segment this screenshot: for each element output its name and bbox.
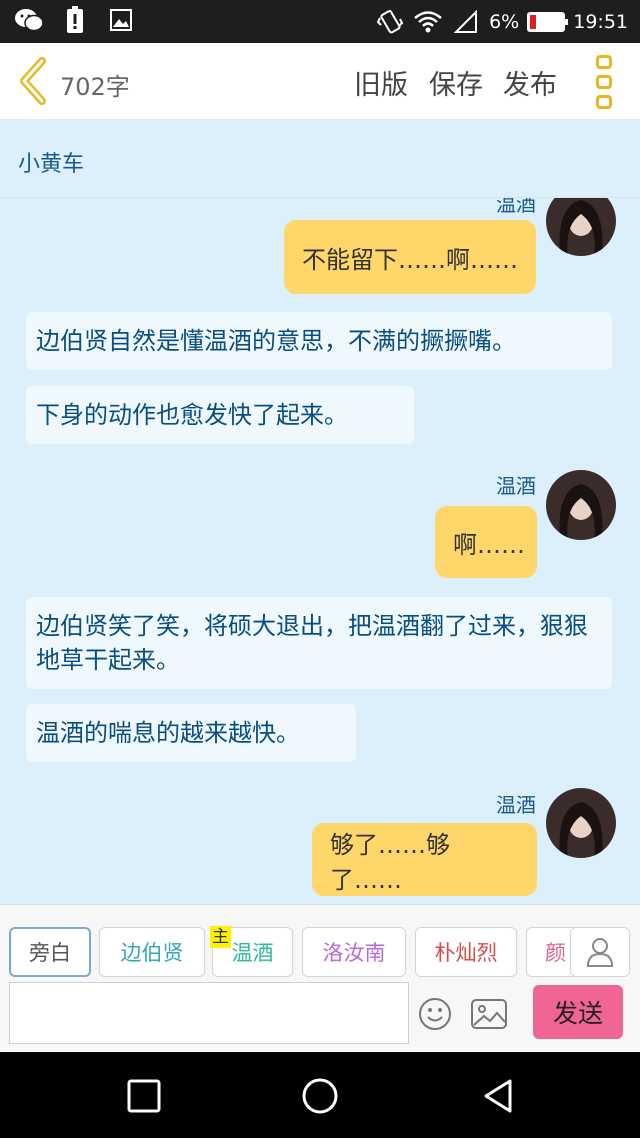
message-bubble[interactable]: 不能留下……啊…… (284, 220, 536, 294)
role-label: 朴灿烈 (434, 941, 498, 965)
role-narrator[interactable]: 旁白 (9, 927, 91, 977)
narration-text[interactable]: 下身的动作也愈发快了起来。 (26, 386, 414, 444)
back-nav-button[interactable] (478, 1076, 518, 1116)
recent-apps-button[interactable] (124, 1076, 164, 1116)
word-count: 702字 (60, 73, 130, 101)
more-dot-icon (596, 55, 612, 69)
circle-icon (302, 1078, 338, 1114)
system-nav-bar (0, 1052, 640, 1138)
wechat-icon (14, 6, 44, 34)
send-button[interactable]: 发送 (533, 985, 623, 1039)
narration-text[interactable]: 边伯贤笑了笑，将硕大退出，把温酒翻了过来，狠狠地草干起来。 (26, 597, 612, 689)
message-bubble[interactable]: 够了……够了…… (312, 823, 537, 896)
image-button[interactable] (470, 997, 508, 1031)
publish-button[interactable]: 发布 (503, 63, 557, 102)
role-label: 旁白 (29, 941, 71, 965)
chat-title-bar: 小黄车 (0, 120, 640, 198)
more-dot-icon (596, 75, 612, 89)
battery-alert-icon (60, 6, 90, 34)
story-title[interactable]: 小黄车 (18, 146, 84, 178)
role-wenjiu[interactable]: 主 温酒 (210, 926, 293, 977)
editor-header: 702字 旧版 保存 发布 (0, 43, 640, 120)
speaker-name: 温酒 (496, 474, 536, 498)
status-bar: 6% 19:51 (0, 0, 640, 43)
role-label: 颜 (545, 941, 566, 965)
narration-text[interactable]: 温酒的喘息的越来越快。 (26, 704, 356, 762)
main-role-badge: 主 (210, 926, 231, 948)
vibrate-icon (375, 8, 405, 36)
avatar[interactable] (546, 788, 616, 858)
wifi-icon (413, 8, 443, 36)
image-icon (471, 999, 507, 1029)
speaker-name: 温酒 (496, 793, 536, 817)
more-menu-button[interactable] (596, 55, 616, 109)
message-input[interactable] (9, 982, 409, 1044)
triangle-back-icon (484, 1079, 512, 1113)
old-version-button[interactable]: 旧版 (354, 63, 408, 102)
manage-roles-button[interactable] (570, 927, 630, 977)
battery-icon (527, 12, 569, 32)
home-button[interactable] (300, 1076, 340, 1116)
clock: 19:51 (573, 11, 628, 33)
gallery-icon (106, 6, 136, 34)
battery-percent: 6% (489, 11, 520, 33)
role-label: 边伯贤 (120, 941, 184, 965)
role-luo-runan[interactable]: 洛汝南 (302, 927, 406, 977)
role-baekhyun[interactable]: 边伯贤 (99, 927, 205, 977)
narration-text[interactable]: 边伯贤自然是懂温酒的意思，不满的撅撅嘴。 (26, 312, 612, 370)
square-icon (127, 1079, 161, 1113)
emoji-button[interactable] (418, 997, 452, 1031)
chevron-left-icon (20, 57, 46, 105)
chat-area[interactable]: 小黄车 温酒 不能留下……啊…… 边伯贤自然是懂温酒的意思，不满的撅撅嘴。 下身… (0, 120, 640, 904)
smiley-icon (419, 998, 451, 1030)
role-chanyeol[interactable]: 朴灿烈 (415, 927, 517, 977)
person-icon (586, 938, 614, 967)
more-dot-icon (596, 95, 612, 109)
save-button[interactable]: 保存 (429, 63, 483, 102)
back-button[interactable] (14, 57, 54, 105)
avatar[interactable] (546, 470, 616, 540)
role-label: 洛汝南 (322, 941, 386, 965)
message-bubble[interactable]: 啊…… (435, 506, 537, 578)
signal-icon (451, 8, 481, 36)
compose-bar: 旁白 边伯贤 主 温酒 洛汝南 朴灿烈 颜 发送 (0, 904, 640, 1052)
role-label: 温酒 (231, 941, 274, 965)
